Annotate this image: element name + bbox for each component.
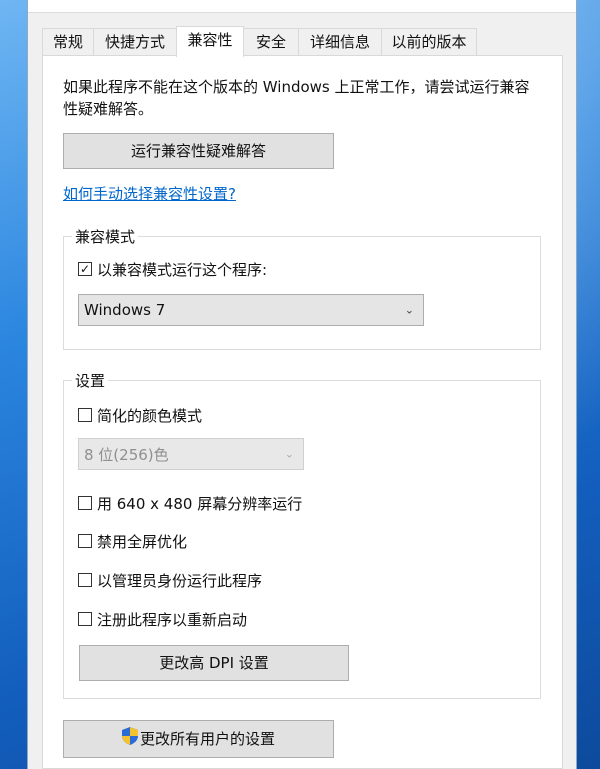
run-troubleshooter-button[interactable]: 运行兼容性疑难解答 <box>63 133 334 169</box>
change-all-users-label: 更改所有用户的设置 <box>139 730 275 748</box>
compat-mode-group: 兼容模式 ✓ 以兼容模式运行这个程序: Windows 7 ⌄ <box>63 226 541 350</box>
chevron-down-icon: ⌄ <box>284 447 294 461</box>
register-restart-checkbox[interactable] <box>78 612 92 626</box>
run-as-admin-row[interactable]: 以管理员身份运行此程序 <box>78 570 262 590</box>
compat-mode-checkbox-row[interactable]: ✓ 以兼容模式运行这个程序: <box>78 259 267 279</box>
os-version-select[interactable]: Windows 7 ⌄ <box>78 294 424 326</box>
manual-settings-link[interactable]: 如何手动选择兼容性设置? <box>63 183 236 204</box>
title-bar <box>28 0 576 13</box>
change-all-users-button[interactable]: 更改所有用户的设置 <box>63 720 334 758</box>
run-as-admin-checkbox[interactable] <box>78 573 92 587</box>
reduced-color-checkbox[interactable] <box>78 408 92 422</box>
tab-compatibility[interactable]: 兼容性 <box>176 26 244 57</box>
disable-fullscreen-row[interactable]: 禁用全屏优化 <box>78 531 187 551</box>
compat-mode-checkbox[interactable]: ✓ <box>78 262 92 276</box>
properties-dialog: 常规 快捷方式 兼容性 安全 详细信息 以前的版本 如果此程序不能在这个版本的 … <box>27 0 577 769</box>
reduced-color-label: 简化的颜色模式 <box>97 406 203 425</box>
settings-group-label: 设置 <box>72 370 109 391</box>
settings-group: 设置 简化的颜色模式 8 位(256)色 ⌄ 用 640 x 480 屏幕分辨率… <box>63 370 541 699</box>
color-depth-select: 8 位(256)色 ⌄ <box>78 438 304 470</box>
tab-security[interactable]: 安全 <box>243 28 299 55</box>
tab-previous-versions[interactable]: 以前的版本 <box>381 28 477 55</box>
color-depth-value: 8 位(256)色 <box>84 445 169 464</box>
tab-bar: 常规 快捷方式 兼容性 安全 详细信息 以前的版本 <box>42 26 566 57</box>
res-640-checkbox[interactable] <box>78 496 92 510</box>
uac-shield-icon <box>121 722 138 758</box>
register-restart-label: 注册此程序以重新启动 <box>97 610 248 629</box>
register-restart-row[interactable]: 注册此程序以重新启动 <box>78 609 247 629</box>
compat-mode-checkbox-label: 以兼容模式运行这个程序: <box>97 260 268 279</box>
disable-fullscreen-label: 禁用全屏优化 <box>97 532 188 551</box>
res-640-row[interactable]: 用 640 x 480 屏幕分辨率运行 <box>78 493 302 513</box>
description-text: 如果此程序不能在这个版本的 Windows 上正常工作，请尝试运行兼容性疑难解答… <box>63 78 530 118</box>
res-640-label: 用 640 x 480 屏幕分辨率运行 <box>97 494 303 513</box>
reduced-color-row[interactable]: 简化的颜色模式 <box>78 405 202 425</box>
os-version-value: Windows 7 <box>84 301 166 319</box>
change-dpi-button[interactable]: 更改高 DPI 设置 <box>79 645 349 681</box>
run-as-admin-label: 以管理员身份运行此程序 <box>97 571 263 590</box>
tab-shortcut[interactable]: 快捷方式 <box>93 28 177 55</box>
chevron-down-icon: ⌄ <box>404 303 414 317</box>
compat-mode-group-label: 兼容模式 <box>72 226 139 247</box>
tab-general[interactable]: 常规 <box>42 28 94 55</box>
disable-fullscreen-checkbox[interactable] <box>78 534 92 548</box>
tab-details[interactable]: 详细信息 <box>298 28 382 55</box>
compatibility-panel: 如果此程序不能在这个版本的 Windows 上正常工作，请尝试运行兼容性疑难解答… <box>42 55 563 769</box>
